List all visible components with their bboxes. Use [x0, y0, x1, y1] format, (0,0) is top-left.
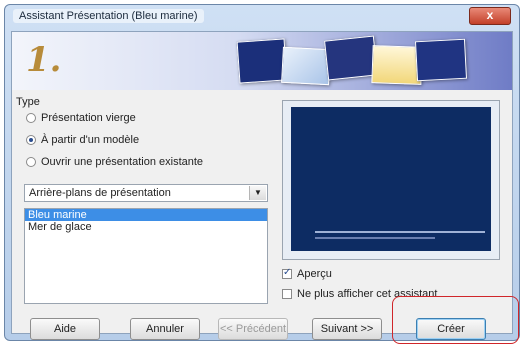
previous-button[interactable]: << Précédent — [218, 318, 288, 340]
radio-label: Ouvrir une présentation existante — [41, 156, 204, 168]
preview-checkbox-row[interactable]: Aperçu — [282, 266, 332, 282]
step-number: 1. — [26, 40, 62, 80]
highlight-annotation — [392, 296, 519, 344]
radio-from-template[interactable]: À partir d'un modèle — [26, 132, 139, 148]
template-category-dropdown[interactable]: Arrière-plans de présentation ▼ — [24, 184, 268, 202]
radio-icon[interactable] — [26, 157, 36, 167]
close-button[interactable]: x — [469, 7, 511, 25]
list-item[interactable]: Mer de glace — [25, 221, 267, 233]
wizard-window: Assistant Présentation (Bleu marine) x 1… — [4, 4, 520, 341]
preview-decoration — [315, 231, 485, 233]
help-button[interactable]: Aide — [30, 318, 100, 340]
wizard-client-area: 1. Type Présentation vierge À partir d'u… — [11, 31, 513, 340]
slide-thumbnail-2 — [281, 46, 331, 86]
next-button[interactable]: Suivant >> — [312, 318, 382, 340]
slide-thumbnail-3 — [324, 35, 378, 81]
slide-thumbnail-1 — [236, 38, 288, 84]
title-bar[interactable]: Assistant Présentation (Bleu marine) x — [5, 5, 519, 27]
template-listbox[interactable]: Bleu marine Mer de glace — [24, 208, 268, 304]
preview-checkbox[interactable] — [282, 267, 292, 279]
radio-label: À partir d'un modèle — [41, 134, 140, 146]
type-group-label: Type — [16, 96, 40, 108]
slide-thumbnail-5 — [414, 38, 468, 82]
chevron-down-icon[interactable]: ▼ — [249, 186, 266, 200]
dont-show-checkbox[interactable] — [282, 289, 292, 299]
wizard-banner: 1. — [12, 32, 512, 90]
radio-open-existing[interactable]: Ouvrir une présentation existante — [26, 154, 203, 170]
preview-checkbox-label: Aperçu — [297, 268, 332, 280]
dropdown-value: Arrière-plans de présentation — [29, 187, 171, 199]
radio-empty-presentation[interactable]: Présentation vierge — [26, 110, 136, 126]
preview-decoration — [315, 237, 435, 239]
radio-icon[interactable] — [26, 135, 36, 145]
preview-pane — [282, 100, 500, 260]
radio-icon[interactable] — [26, 113, 36, 123]
radio-label: Présentation vierge — [41, 112, 136, 124]
preview-slide-image — [291, 107, 491, 251]
window-title: Assistant Présentation (Bleu marine) — [13, 9, 204, 23]
list-item[interactable]: Bleu marine — [25, 209, 267, 221]
cancel-button[interactable]: Annuler — [130, 318, 200, 340]
